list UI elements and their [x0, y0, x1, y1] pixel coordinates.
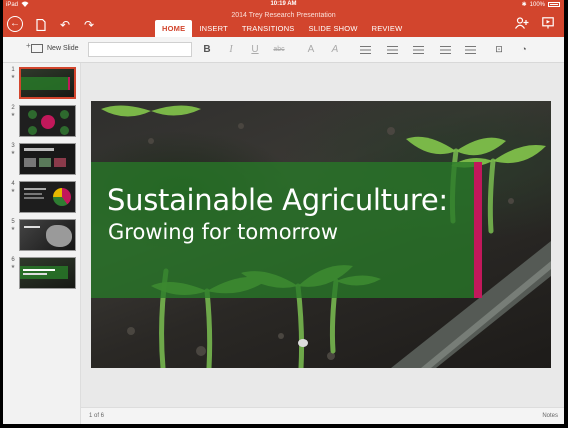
- tab-transitions[interactable]: TRANSITIONS: [235, 20, 302, 37]
- underline-button[interactable]: U: [248, 43, 262, 56]
- transition-star-icon: ★: [10, 150, 16, 156]
- clear-formatting-button[interactable]: A: [328, 43, 342, 56]
- bluetooth-icon: ✱: [521, 2, 527, 8]
- thumbnail-image: [19, 143, 76, 175]
- thumbnail-number: 3: [11, 143, 15, 149]
- ribbon-toolbar: New Slide B I U abc A A ⊡ ◔: [3, 37, 564, 63]
- slide-editing-canvas: Sustainable Agriculture: Growing for tom…: [81, 63, 564, 407]
- new-slide-label: New Slide: [47, 45, 79, 52]
- font-name-input[interactable]: [88, 42, 192, 57]
- bold-button[interactable]: B: [200, 43, 214, 56]
- ribbon-tabs: HOME INSERT TRANSITIONS SLIDE SHOW REVIE…: [155, 20, 409, 37]
- thumbnail-slide-4[interactable]: 4 ★: [7, 181, 76, 213]
- new-slide-icon: [26, 41, 43, 53]
- current-slide[interactable]: Sustainable Agriculture: Growing for tom…: [91, 101, 551, 368]
- app-window: iPad 10:19 AM ✱ 100% ← ↶ ↷ 2014 Trey Res…: [3, 0, 564, 424]
- present-icon[interactable]: [540, 17, 556, 33]
- battery-percent: 100%: [529, 1, 545, 8]
- thumbnail-slide-6[interactable]: 6 ★: [7, 257, 76, 289]
- clock: 10:19 AM: [270, 1, 297, 7]
- transition-star-icon: ★: [10, 188, 16, 194]
- thumbnail-image: [19, 257, 76, 289]
- decrease-indent-icon[interactable]: [440, 46, 451, 54]
- status-bar: iPad 10:19 AM ✱ 100%: [3, 0, 564, 10]
- numbering-icon[interactable]: [413, 46, 424, 54]
- shapes-icon[interactable]: ◔: [517, 43, 531, 56]
- thumbnail-slide-3[interactable]: 3 ★: [7, 143, 76, 175]
- thumbnail-number: 6: [11, 257, 15, 263]
- align-left-icon[interactable]: [360, 46, 371, 54]
- file-icon[interactable]: [33, 17, 49, 33]
- undo-icon[interactable]: ↶: [57, 17, 73, 33]
- document-title: 2014 Trey Research Presentation: [231, 12, 336, 19]
- strikethrough-button[interactable]: abc: [272, 43, 286, 56]
- tab-slide-show[interactable]: SLIDE SHOW: [302, 20, 365, 37]
- transition-star-icon: ★: [10, 264, 16, 270]
- accent-strip: [474, 162, 482, 298]
- new-slide-button[interactable]: New Slide: [26, 41, 79, 53]
- redo-icon[interactable]: ↷: [81, 17, 97, 33]
- battery-icon: [548, 2, 560, 7]
- slide-thumbnail-pane: 1 ★ 2 ★ 3 ★ 4 ★ 5 ★ 6 ★: [3, 63, 81, 424]
- notes-button[interactable]: Notes: [542, 413, 558, 419]
- share-person-icon[interactable]: [514, 17, 530, 33]
- italic-button[interactable]: I: [224, 43, 238, 56]
- tab-insert[interactable]: INSERT: [192, 20, 235, 37]
- bullets-icon[interactable]: [387, 46, 398, 54]
- thumbnail-number: 4: [11, 181, 15, 187]
- text-box-icon[interactable]: ⊡: [492, 43, 506, 56]
- tab-home[interactable]: HOME: [155, 20, 193, 37]
- slide-subtitle[interactable]: Growing for tomorrow: [108, 220, 338, 244]
- transition-star-icon: ★: [10, 112, 16, 118]
- font-color-button[interactable]: A: [304, 43, 318, 56]
- thumbnail-number: 2: [11, 105, 15, 111]
- status-footer: 1 of 6 Notes: [81, 407, 564, 424]
- slide-title[interactable]: Sustainable Agriculture:: [107, 183, 448, 217]
- thumbnail-slide-2[interactable]: 2 ★: [7, 105, 76, 137]
- transition-star-icon: ★: [10, 74, 16, 80]
- thumbnail-image: [19, 67, 76, 99]
- thumbnail-image: [19, 105, 76, 137]
- thumbnail-image: [19, 219, 76, 251]
- thumbnail-image: [19, 181, 76, 213]
- title-bar: ← ↶ ↷ 2014 Trey Research Presentation HO…: [3, 10, 564, 37]
- increase-indent-icon[interactable]: [465, 46, 476, 54]
- transition-star-icon: ★: [10, 226, 16, 232]
- thumbnail-slide-5[interactable]: 5 ★: [7, 219, 76, 251]
- page-indicator: 1 of 6: [89, 413, 105, 419]
- thumbnail-number: 1: [11, 67, 15, 73]
- tab-review[interactable]: REVIEW: [365, 20, 410, 37]
- thumbnail-number: 5: [11, 219, 15, 225]
- thumbnail-slide-1[interactable]: 1 ★: [7, 67, 76, 99]
